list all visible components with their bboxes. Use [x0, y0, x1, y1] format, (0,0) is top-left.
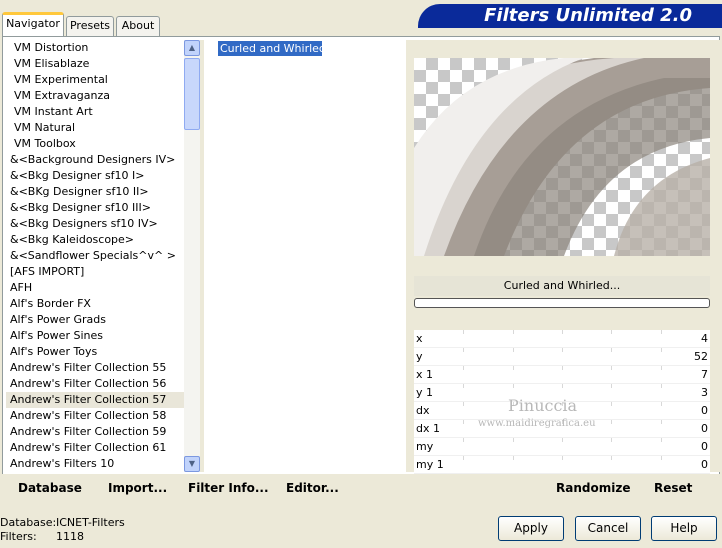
reset-button[interactable]: Reset: [654, 481, 692, 495]
category-item[interactable]: Andrew's Filter Collection 61: [6, 440, 184, 456]
app-banner: Filters Unlimited 2.0: [418, 4, 722, 28]
category-item[interactable]: Alf's Power Toys: [6, 344, 184, 360]
param-label: my: [416, 440, 434, 453]
category-item[interactable]: &<Bkg Designer sf10 I>: [6, 168, 184, 184]
status-db-value: ICNET-Filters: [56, 516, 125, 529]
editor-button[interactable]: Editor...: [286, 481, 339, 495]
category-item[interactable]: VM Experimental: [6, 72, 184, 88]
tab-about[interactable]: About: [116, 16, 160, 36]
param-label: y: [416, 350, 423, 363]
status-filters-value: 1118: [56, 530, 84, 543]
category-item[interactable]: &<BKg Designer sf10 II>: [6, 184, 184, 200]
category-item[interactable]: &<Sandflower Specials^v^ >: [6, 248, 184, 264]
param-value: 7: [701, 368, 708, 381]
param-value: 0: [701, 422, 708, 435]
preview-image: [414, 58, 710, 256]
button-bar: Database Import... Filter Info... Editor…: [2, 474, 720, 502]
status-filters-label: Filters:: [0, 530, 37, 543]
category-item[interactable]: VM Elisablaze: [6, 56, 184, 72]
category-list[interactable]: VM Distortion VM Elisablaze VM Experimenta…: [6, 40, 184, 472]
scroll-thumb[interactable]: [184, 58, 200, 130]
category-item[interactable]: Andrew's Filters 10: [6, 456, 184, 472]
category-item[interactable]: &<Bkg Designers sf10 IV>: [6, 216, 184, 232]
import-button[interactable]: Import...: [108, 481, 167, 495]
category-item[interactable]: Andrew's Filter Collection 55: [6, 360, 184, 376]
param-value: 0: [701, 404, 708, 417]
param-value: 52: [694, 350, 708, 363]
progress-bar: [414, 298, 710, 308]
category-item[interactable]: Alf's Power Sines: [6, 328, 184, 344]
randomize-button[interactable]: Randomize: [556, 481, 630, 495]
filter-item[interactable]: Curled and Whirled...: [218, 41, 336, 56]
database-button[interactable]: Database: [18, 481, 82, 495]
param-value: 3: [701, 386, 708, 399]
param-label: my 1: [416, 458, 444, 471]
category-item[interactable]: VM Natural: [6, 120, 184, 136]
category-item[interactable]: Alf's Border FX: [6, 296, 184, 312]
param-label: dx 1: [416, 422, 440, 435]
tab-presets[interactable]: Presets: [66, 16, 114, 36]
category-item[interactable]: &<Bkg Kaleidoscope>: [6, 232, 184, 248]
help-button[interactable]: Help: [651, 516, 717, 541]
category-item[interactable]: VM Toolbox: [6, 136, 184, 152]
current-filter-name: Curled and Whirled...: [414, 276, 710, 296]
category-item[interactable]: &<Background Designers IV>: [6, 152, 184, 168]
param-label: x: [416, 332, 423, 345]
param-row[interactable]: my 0: [414, 438, 710, 456]
scroll-up-icon[interactable]: ▲: [184, 40, 200, 56]
cancel-button[interactable]: Cancel: [575, 516, 641, 541]
category-item[interactable]: Andrew's Filter Collection 56: [6, 376, 184, 392]
param-label: y 1: [416, 386, 434, 399]
param-row[interactable]: my 1 0: [414, 456, 710, 474]
category-item[interactable]: Andrew's Filter Collection 58: [6, 408, 184, 424]
param-row[interactable]: x 1 7: [414, 366, 710, 384]
apply-button[interactable]: Apply: [498, 516, 564, 541]
category-item[interactable]: Andrew's Filter Collection 59: [6, 424, 184, 440]
category-item[interactable]: &<Bkg Designer sf10 III>: [6, 200, 184, 216]
scroll-down-icon[interactable]: ▼: [184, 456, 200, 472]
category-item[interactable]: Alf's Power Grads: [6, 312, 184, 328]
tab-navigator[interactable]: Navigator: [2, 12, 64, 36]
param-label: dx: [416, 404, 430, 417]
category-item[interactable]: VM Extravaganza: [6, 88, 184, 104]
category-item[interactable]: Andrew's Filter Collection 57: [6, 392, 184, 408]
param-row[interactable]: y 52: [414, 348, 710, 366]
param-row[interactable]: x4: [414, 330, 710, 348]
watermark-url: www.maidiregrafica.eu: [478, 418, 596, 429]
category-item[interactable]: [AFS IMPORT]: [6, 264, 184, 280]
category-scrollbar[interactable]: ▲ ▼: [184, 40, 200, 472]
param-value: 4: [701, 332, 708, 345]
watermark: Pinuccia: [508, 396, 578, 415]
category-item[interactable]: VM Distortion: [6, 40, 184, 56]
filter-info-button[interactable]: Filter Info...: [188, 481, 269, 495]
category-item[interactable]: AFH: [6, 280, 184, 296]
param-value: 0: [701, 440, 708, 453]
param-label: x 1: [416, 368, 434, 381]
category-item[interactable]: VM Instant Art: [6, 104, 184, 120]
param-value: 0: [701, 458, 708, 471]
status-db-label: Database:: [0, 516, 57, 529]
filter-list[interactable]: Curled and Whirled...: [200, 40, 406, 472]
